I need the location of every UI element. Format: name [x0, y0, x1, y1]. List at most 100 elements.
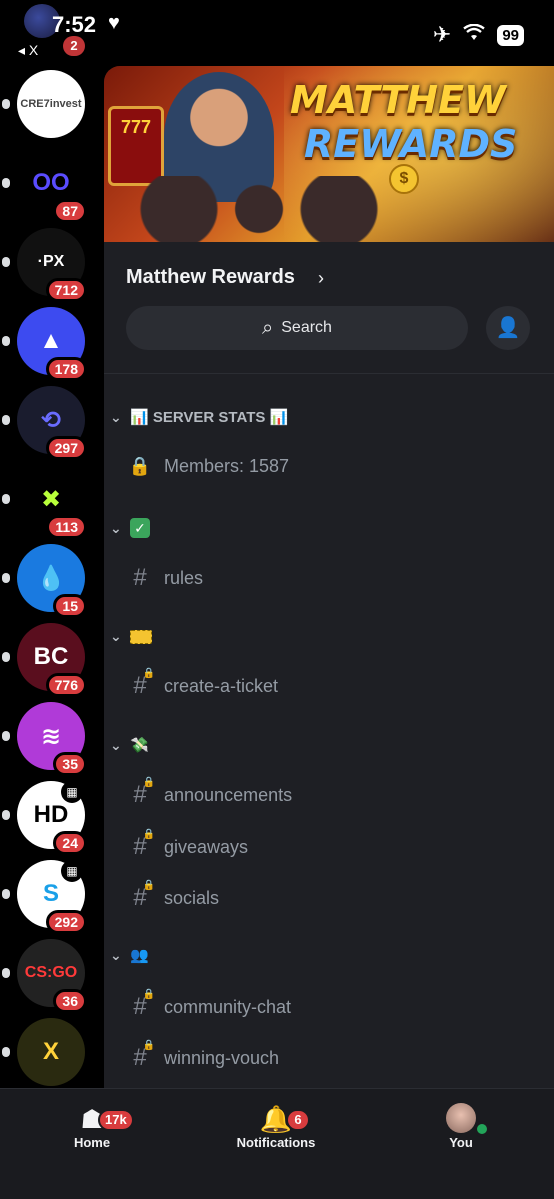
chevron-down-icon: ⌄ — [110, 519, 122, 536]
calendar-icon: ▦ — [61, 860, 83, 882]
mention-badge: 24 — [53, 831, 87, 855]
dm-notification-badge: 2 — [63, 36, 85, 56]
search-button[interactable]: ⌕ Search — [126, 306, 468, 350]
category-label: 📊 SERVER STATS 📊 — [130, 409, 289, 426]
people-emoji-icon: 👥 — [130, 947, 149, 964]
money-emoji-icon: 💸 — [130, 737, 149, 754]
channel-giveaways[interactable]: # 🔒 giveaways — [128, 829, 249, 861]
bottom-nav: ☗ 17k Home 🔔 6 Notifications You — [0, 1088, 554, 1199]
mention-badge: 297 — [45, 436, 87, 460]
ticket-emoji-icon — [130, 629, 152, 644]
server-rail: CRE7invest OO 87 ·PX 712 ▲ 178 ⟲ 297 ✖ 113 💧 15 BC 776… — [0, 66, 104, 1088]
server-icon[interactable]: CRE7invest — [2, 70, 85, 138]
check-emoji-icon: ✓ — [130, 518, 150, 538]
channel-socials[interactable]: # 🔒 socials — [128, 880, 220, 912]
slot-machine-art: 777 — [108, 106, 164, 186]
search-label: Search — [281, 319, 332, 336]
clock: 7:52 — [52, 12, 97, 37]
server-icon[interactable]: ✖ 113 — [2, 465, 87, 539]
category-check[interactable]: ⌄ ✓ — [110, 518, 150, 538]
server-icon[interactable]: CS:GO 36 — [2, 939, 87, 1013]
channel-label: create-a-ticket — [164, 675, 279, 696]
server-icon[interactable]: X — [2, 1018, 85, 1086]
mention-badge: 776 — [45, 673, 87, 697]
unread-indicator — [2, 968, 10, 978]
server-icon-label: CRE7invest — [17, 70, 85, 138]
category-money[interactable]: ⌄ 💸 — [110, 736, 149, 755]
invite-members-button[interactable]: 👤 — [486, 306, 530, 350]
mention-badge: 87 — [53, 199, 87, 223]
nav-you[interactable]: You — [401, 1103, 521, 1150]
heart-icon: ♥ — [108, 12, 120, 34]
back-to-app-link[interactable]: ◂ X — [18, 42, 38, 59]
banner-title-line1: MATTHEW — [290, 78, 506, 122]
server-icon[interactable]: OO 87 — [2, 149, 87, 223]
category-ticket[interactable]: ⌄ — [110, 628, 152, 645]
unread-indicator — [2, 652, 10, 662]
locked-hash-icon: # 🔒 — [133, 880, 155, 911]
server-icon[interactable]: ⟲ 297 — [2, 386, 87, 460]
channel-panel: 777 MATTHEW REWARDS $ Matthew Rewards › … — [104, 66, 554, 1088]
nav-home[interactable]: ☗ 17k Home — [32, 1103, 152, 1150]
unread-indicator — [2, 731, 10, 741]
mention-badge: 178 — [45, 357, 87, 381]
category-server-stats[interactable]: ⌄ 📊 SERVER STATS 📊 — [110, 408, 289, 427]
lock-icon: 🔒 — [128, 456, 152, 476]
server-icon[interactable]: ·PX 712 — [2, 228, 87, 302]
channel-community-chat[interactable]: # 🔒 community-chat — [128, 989, 292, 1021]
airplane-icon: ✈ — [432, 22, 452, 47]
channel-announcements[interactable]: # 🔒 announcements — [128, 777, 293, 809]
divider — [104, 373, 554, 374]
channel-members[interactable]: 🔒 Members: 1587 — [128, 456, 289, 477]
avatar — [446, 1103, 490, 1137]
channel-label: Members: 1587 — [164, 456, 290, 476]
unread-indicator — [2, 1047, 10, 1057]
channel-winning-vouch[interactable]: # 🔒 winning-vouch — [128, 1040, 280, 1072]
add-user-icon: 👤 — [495, 317, 521, 339]
nav-label: Home — [73, 1135, 111, 1150]
locked-hash-icon: # 🔒 — [133, 668, 155, 699]
unread-indicator — [2, 257, 10, 267]
unread-indicator — [2, 178, 10, 188]
chevron-down-icon: ⌄ — [110, 736, 122, 753]
unread-indicator — [2, 810, 10, 820]
channel-label: rules — [164, 567, 204, 588]
chevron-right-icon[interactable]: › — [318, 268, 324, 289]
unread-indicator — [2, 99, 10, 109]
mention-badge: 712 — [45, 278, 87, 302]
notifications-badge: 6 — [286, 1109, 310, 1131]
mention-badge: 15 — [53, 594, 87, 618]
server-icon[interactable]: BC 776 — [2, 623, 87, 697]
banner-title-line2: REWARDS — [304, 122, 518, 166]
channel-label: community-chat — [164, 996, 292, 1017]
locked-hash-icon: # 🔒 — [133, 1040, 155, 1071]
wifi-icon — [463, 23, 486, 46]
channel-rules[interactable]: # rules — [128, 564, 203, 592]
unread-indicator — [2, 573, 10, 583]
channel-label: socials — [164, 887, 220, 908]
mention-badge: 36 — [53, 989, 87, 1013]
home-badge: 17k — [98, 1109, 134, 1131]
channel-label: winning-vouch — [164, 1047, 280, 1068]
channel-label: announcements — [164, 784, 293, 805]
server-icon[interactable]: 💧 15 — [2, 544, 87, 618]
channel-create-a-ticket[interactable]: # 🔒 create-a-ticket — [128, 668, 279, 700]
server-icon[interactable]: S ▦ 292 — [2, 860, 87, 934]
coin-icon: $ — [389, 164, 419, 194]
online-status-icon — [474, 1121, 490, 1137]
server-banner: 777 MATTHEW REWARDS $ — [104, 66, 554, 242]
locked-hash-icon: # 🔒 — [133, 777, 155, 808]
nav-notifications[interactable]: 🔔 6 Notifications — [216, 1103, 336, 1150]
battery-indicator: 99 — [497, 24, 524, 46]
locked-hash-icon: # 🔒 — [133, 829, 155, 860]
unread-indicator — [2, 494, 10, 504]
banner-rats-art — [134, 176, 384, 242]
server-icon[interactable]: ▲ 178 — [2, 307, 87, 381]
server-icon[interactable]: ≋ 35 — [2, 702, 87, 776]
category-people[interactable]: ⌄ 👥 — [110, 946, 149, 965]
server-name[interactable]: Matthew Rewards — [126, 266, 295, 289]
channel-label: giveaways — [164, 836, 249, 857]
server-icon[interactable]: HD ▦ 24 — [2, 781, 87, 855]
mention-badge: 292 — [45, 910, 87, 934]
chevron-down-icon: ⌄ — [110, 628, 122, 644]
